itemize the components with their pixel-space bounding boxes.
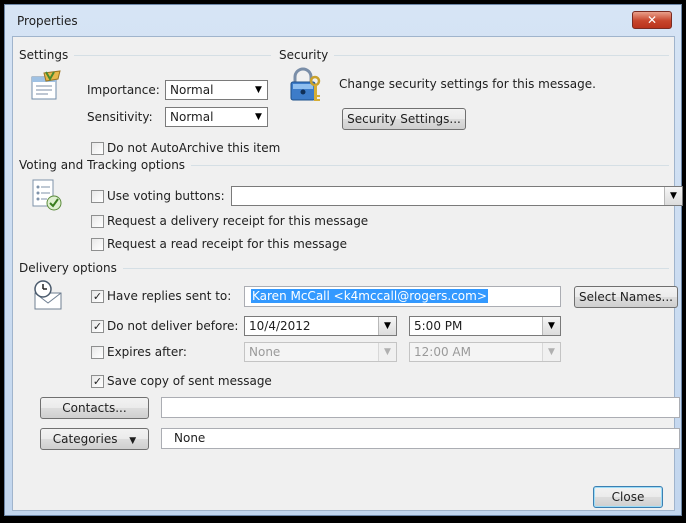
deliver-time-picker[interactable]: 5:00 PM ▼ (409, 316, 561, 336)
message-settings-icon (31, 70, 61, 100)
delivery-header-label: Delivery options (19, 261, 117, 275)
window-title: Properties (17, 14, 78, 28)
security-settings-button[interactable]: Security Settings... (342, 108, 466, 130)
security-settings-label: Security Settings... (347, 112, 461, 126)
close-button[interactable]: Close (593, 486, 663, 508)
replies-sent-to-value: Karen McCall <k4mccall@rogers.com> (251, 289, 488, 303)
categories-button[interactable]: Categories ▼ (40, 428, 149, 450)
replies-sent-to-label: Have replies sent to: (107, 289, 232, 303)
close-icon: ✕ (646, 13, 658, 27)
title-bar: Properties ✕ (5, 5, 681, 35)
expires-after-checkbox[interactable] (91, 346, 104, 359)
deliver-time-value: 5:00 PM (414, 319, 463, 333)
security-header-label: Security (279, 48, 329, 62)
settings-header-label: Settings (19, 48, 69, 62)
chevron-down-icon: ▼ (378, 343, 396, 361)
use-voting-label: Use voting buttons: (107, 189, 225, 203)
autoarchive-checkbox[interactable] (91, 142, 104, 155)
delivery-group-header: Delivery options (19, 261, 669, 275)
expires-time-value: 12:00 AM (414, 345, 471, 359)
read-receipt-checkbox[interactable] (91, 238, 104, 251)
chevron-down-icon: ▼ (129, 436, 137, 446)
select-names-label: Select Names... (579, 290, 673, 304)
tracking-checkmark-icon (32, 179, 62, 211)
importance-dropdown[interactable]: Normal ▼ (165, 80, 268, 100)
sensitivity-value: Normal (170, 110, 214, 124)
delivery-clock-icon (34, 280, 62, 310)
sensitivity-dropdown[interactable]: Normal ▼ (165, 107, 268, 127)
dialog-body: Settings Importance: Normal ▼ Sensitivit… (12, 36, 683, 511)
categories-button-label: Categories (52, 432, 118, 446)
contacts-field[interactable] (161, 397, 680, 418)
window-close-button[interactable]: ✕ (632, 11, 672, 29)
importance-label: Importance: (87, 83, 160, 97)
expires-date-picker[interactable]: None ▼ (244, 342, 397, 362)
save-copy-label: Save copy of sent message (107, 374, 272, 388)
properties-dialog: Properties ✕ Settings Importance: Normal… (4, 4, 683, 516)
expires-date-value: None (249, 345, 281, 359)
security-description: Change security settings for this messag… (339, 77, 596, 91)
contacts-button-label: Contacts... (62, 401, 127, 415)
security-group-header: Security (279, 48, 669, 62)
chevron-down-icon: ▼ (378, 317, 396, 335)
importance-value: Normal (170, 83, 214, 97)
chevron-down-icon: ▼ (542, 343, 560, 361)
chevron-down-icon: ▼ (664, 187, 682, 205)
voting-header-label: Voting and Tracking options (19, 158, 186, 172)
use-voting-checkbox[interactable] (91, 190, 104, 203)
select-names-button[interactable]: Select Names... (574, 286, 678, 308)
save-copy-checkbox[interactable]: ✓ (91, 375, 104, 388)
deliver-date-value: 10/4/2012 (249, 319, 311, 333)
autoarchive-label: Do not AutoArchive this item (107, 141, 281, 155)
deliver-date-picker[interactable]: 10/4/2012 ▼ (244, 316, 397, 336)
delivery-receipt-checkbox[interactable] (91, 215, 104, 228)
contacts-button[interactable]: Contacts... (40, 397, 149, 419)
voting-group-header: Voting and Tracking options (19, 158, 669, 172)
close-button-label: Close (611, 490, 645, 504)
sensitivity-label: Sensitivity: (87, 110, 153, 124)
delivery-receipt-label: Request a delivery receipt for this mess… (107, 214, 369, 228)
do-not-deliver-before-checkbox[interactable]: ✓ (91, 320, 104, 333)
categories-value: None (174, 431, 206, 445)
categories-field: None (161, 428, 680, 449)
settings-group-header: Settings (19, 48, 271, 62)
padlock-key-icon (290, 67, 321, 101)
expires-time-picker[interactable]: 12:00 AM ▼ (409, 342, 561, 362)
voting-buttons-dropdown[interactable]: ▼ (231, 186, 683, 206)
replies-sent-to-checkbox[interactable]: ✓ (91, 290, 104, 303)
replies-sent-to-field[interactable]: Karen McCall <k4mccall@rogers.com> (244, 286, 561, 307)
chevron-down-icon: ▼ (542, 317, 560, 335)
read-receipt-label: Request a read receipt for this message (107, 237, 348, 251)
chevron-down-icon: ▼ (255, 112, 262, 122)
chevron-down-icon: ▼ (255, 85, 262, 95)
expires-after-label: Expires after: (107, 345, 187, 359)
do-not-deliver-before-label: Do not deliver before: (107, 319, 239, 333)
